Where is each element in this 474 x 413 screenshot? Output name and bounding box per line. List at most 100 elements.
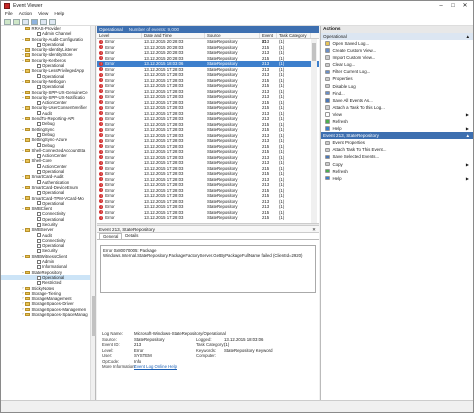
collapse-arrow-icon[interactable]: ▲ xyxy=(465,132,470,139)
tree-scrollbar[interactable] xyxy=(90,26,96,400)
table-row[interactable]: ! Error 13.12.2015 17:28:03 StateRepository… xyxy=(97,204,319,210)
table-row[interactable]: ! Error 13.12.2015 17:28:03 StateRepository… xyxy=(97,138,319,144)
table-row[interactable]: ! Error 13.12.2015 17:28:03 StateRepository… xyxy=(97,199,319,205)
action-item[interactable]: Refresh xyxy=(321,168,473,175)
cell-event-id: 215 xyxy=(262,121,270,127)
table-row[interactable]: ! Error 13.12.2015 17:28:03 StateRepository… xyxy=(97,171,319,177)
action-label: Refresh xyxy=(332,168,348,174)
cell-level-text: Error xyxy=(105,61,115,67)
cell-event-id: 213 xyxy=(262,66,270,72)
tree-scroll-thumb[interactable] xyxy=(91,296,96,336)
menu-file[interactable]: File xyxy=(5,12,13,17)
table-row[interactable]: ! Error 13.12.2015 17:28:03 StateRepository… xyxy=(97,100,319,106)
action-item[interactable]: Help ▶ xyxy=(321,175,473,182)
table-row[interactable]: ! Error 13.12.2015 17:28:03 StateRepository… xyxy=(97,105,319,111)
back-arrow-icon[interactable] xyxy=(4,18,11,25)
table-row[interactable]: ! Error 13.12.2015 17:28:03 StateRepository… xyxy=(97,215,319,221)
event-list-scrollbar[interactable] xyxy=(311,39,317,223)
table-row[interactable]: ! Error 13.12.2015 17:28:03 StateRepository… xyxy=(97,89,319,95)
table-row[interactable]: ! Error 13.12.2015 17:28:03 StateRepository… xyxy=(97,160,319,166)
cell-date-time: 13.12.2015 17:28:03 xyxy=(144,88,184,94)
menu-view[interactable]: View xyxy=(38,12,48,17)
help-toolbar-icon[interactable] xyxy=(40,18,47,25)
properties-toolbar-icon[interactable] xyxy=(31,18,38,25)
minimize-button[interactable]: – xyxy=(435,2,447,10)
column-date-time[interactable]: Date and Time xyxy=(142,33,205,38)
menu-action[interactable]: Action xyxy=(19,12,32,17)
table-row[interactable]: ! Error 13.12.2015 18:03:06 StateRepository… xyxy=(97,61,319,67)
table-row[interactable]: ! Error 13.12.2015 17:28:03 StateRepository… xyxy=(97,122,319,128)
cell-event-id: 215 xyxy=(262,149,270,155)
table-row[interactable]: ! Error 13.12.2015 17:28:03 StateRepository… xyxy=(97,111,319,117)
table-row[interactable]: ! Error 13.12.2015 20:28:03 StateRepository… xyxy=(97,56,319,62)
menu-help[interactable]: Help xyxy=(54,12,64,17)
action-item[interactable]: Attach Task To This Event... xyxy=(321,146,473,153)
event-list-scroll-thumb[interactable] xyxy=(312,43,316,61)
log-icon xyxy=(37,190,41,195)
table-row[interactable]: ! Error 13.12.2015 17:28:03 StateRepository… xyxy=(97,210,319,216)
table-row[interactable]: ! Error 13.12.2015 17:28:03 StateRepository… xyxy=(97,127,319,133)
error-icon: ! xyxy=(99,144,104,149)
action-item[interactable]: Properties xyxy=(321,75,473,82)
table-row[interactable]: ! Error 13.12.2015 17:28:03 StateRepository… xyxy=(97,83,319,89)
close-button[interactable]: ✕ xyxy=(459,2,471,10)
action-pane-toggle-icon[interactable] xyxy=(49,18,56,25)
event-log-help-link[interactable]: Event Log Online Help xyxy=(134,364,177,370)
column-source[interactable]: Source xyxy=(205,33,260,38)
table-row[interactable]: ! Error 13.12.2015 17:28:03 StateRepository… xyxy=(97,188,319,194)
cell-level-text: Error xyxy=(105,44,115,50)
tab-general[interactable]: General xyxy=(99,233,123,239)
action-item[interactable]: Help ▶ xyxy=(321,125,473,132)
table-row[interactable]: ! Error 13.12.2015 17:28:03 StateRepository… xyxy=(97,166,319,172)
error-icon: ! xyxy=(99,215,104,220)
action-item[interactable]: Attach a Task To this Log... xyxy=(321,104,473,111)
column-level[interactable]: Level xyxy=(97,33,142,38)
error-icon: ! xyxy=(99,122,104,127)
action-item[interactable]: Refresh xyxy=(321,118,473,125)
cell-level-text: Error xyxy=(105,198,115,204)
table-row[interactable]: ! Error 13.12.2015 20:28:03 StateRepository… xyxy=(97,39,319,45)
action-item[interactable]: Filter Current Log... xyxy=(321,68,473,75)
column-task-category[interactable]: Task Category xyxy=(277,33,311,38)
action-item[interactable]: Save All Events As... xyxy=(321,97,473,104)
table-row[interactable]: ! Error 13.12.2015 20:28:03 StateRepository… xyxy=(97,45,319,51)
event-detail-title: Event 213, StateRepository xyxy=(99,227,155,232)
close-detail-icon[interactable]: ✕ xyxy=(312,226,316,233)
action-item[interactable]: Copy ▶ xyxy=(321,161,473,168)
table-row[interactable]: ! Error 13.12.2015 17:28:03 StateRepository… xyxy=(97,116,319,122)
tab-details[interactable]: Details xyxy=(122,233,141,239)
action-item[interactable]: Find... xyxy=(321,90,473,97)
action-item[interactable]: Clear Log... xyxy=(321,61,473,68)
action-item[interactable]: Event Properties xyxy=(321,139,473,146)
table-row[interactable]: ! Error 13.12.2015 17:28:03 StateRepository… xyxy=(97,144,319,150)
table-row[interactable]: ! Error 13.12.2015 17:28:03 StateRepository… xyxy=(97,155,319,161)
table-row[interactable]: ! Error 13.12.2015 20:28:03 StateRepository… xyxy=(97,50,319,56)
cell-event-id: 215 xyxy=(262,77,270,83)
error-icon: ! xyxy=(99,166,104,171)
maximize-button[interactable]: □ xyxy=(447,2,459,10)
table-row[interactable]: ! Error 13.12.2015 17:28:03 StateRepository… xyxy=(97,133,319,139)
column-event-id[interactable]: Event ID xyxy=(260,33,277,44)
action-item[interactable]: Create Custom View... xyxy=(321,47,473,54)
actions-section-log[interactable]: Operational ▲ xyxy=(321,33,473,40)
table-row[interactable]: ! Error 13.12.2015 17:28:03 StateRepository… xyxy=(97,177,319,183)
table-row[interactable]: ! Error 13.12.2015 17:28:03 StateRepository… xyxy=(97,94,319,100)
action-item[interactable]: Import Custom View... xyxy=(321,54,473,61)
action-item[interactable]: Save Selected Events... xyxy=(321,153,473,160)
table-row[interactable]: ! Error 13.12.2015 17:28:03 StateRepository… xyxy=(97,182,319,188)
table-row[interactable]: ! Error 13.12.2015 17:28:03 StateRepository… xyxy=(97,193,319,199)
collapse-arrow-icon[interactable]: ▲ xyxy=(465,33,470,40)
action-item[interactable]: Disable Log xyxy=(321,83,473,90)
actions-section-event[interactable]: Event 213, StateRepository ▲ xyxy=(321,132,473,140)
tree-item[interactable]: › StorageSpaces-SpaceManag xyxy=(1,312,95,317)
table-row[interactable]: ! Error 13.12.2015 17:28:03 StateRepository… xyxy=(97,149,319,155)
action-item[interactable]: View ▶ xyxy=(321,111,473,118)
table-row[interactable]: ! Error 13.12.2015 17:28:03 StateRepository… xyxy=(97,67,319,73)
cell-event-id: 215 xyxy=(262,171,270,177)
action-item[interactable]: Open Saved Log... xyxy=(321,40,473,47)
show-hide-tree-icon[interactable] xyxy=(22,18,29,25)
table-row[interactable]: ! Error 13.12.2015 17:28:03 StateRepository… xyxy=(97,72,319,78)
forward-arrow-icon[interactable] xyxy=(13,18,20,25)
table-row[interactable]: ! Error 13.12.2015 17:28:03 StateRepository… xyxy=(97,78,319,84)
help-icon xyxy=(325,126,330,131)
